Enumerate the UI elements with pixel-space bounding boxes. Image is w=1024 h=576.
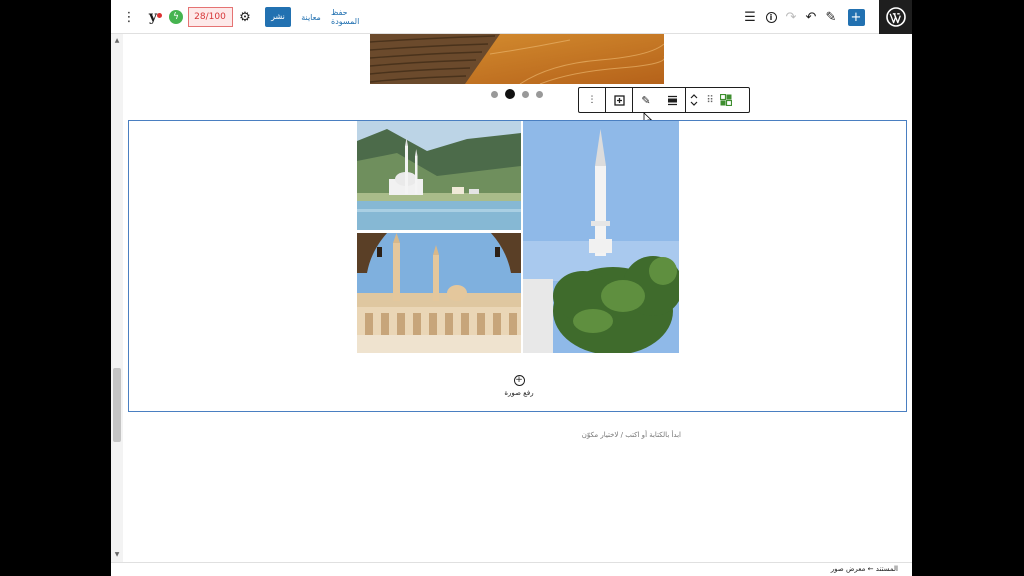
slider-pagination: [491, 88, 543, 100]
add-media-button[interactable]: [606, 88, 632, 112]
wordpress-logo: [885, 7, 906, 27]
gallery-block-switcher[interactable]: [718, 88, 734, 112]
slider-dot[interactable]: [522, 90, 529, 98]
upload-image-button[interactable]: + رفع صورة: [499, 375, 539, 397]
vertical-ellipsis-icon: ⋮: [122, 9, 136, 25]
block-breadcrumb-bar: المستند ← معرض صور: [111, 562, 912, 576]
details-button[interactable]: i: [762, 0, 780, 34]
seo-score-button[interactable]: 28/100: [187, 0, 233, 34]
upload-image-label: رفع صورة: [504, 389, 534, 397]
gallery-icon: [720, 94, 732, 106]
gear-icon: ⚙: [239, 9, 251, 25]
tools-button[interactable]: ✎: [822, 0, 840, 34]
block-toolbar-group-move: ⠿: [686, 88, 734, 112]
block-toolbar: ⋮ ✎ ⠿: [578, 87, 750, 113]
editor-header: ⋮ y ϟ 28/100 ⚙ نشر معاينة حفظ المسودة ☰ …: [111, 0, 912, 34]
block-toolbar-group-edit: ✎: [633, 88, 686, 112]
canvas-scrollbar[interactable]: ▲ ▼: [111, 34, 123, 562]
list-view-button[interactable]: ☰: [741, 0, 759, 34]
redo-button[interactable]: ↷: [782, 0, 800, 34]
block-inserter-button[interactable]: +: [847, 0, 865, 34]
pencil-icon: ✎: [825, 9, 837, 25]
block-toolbar-group-add: [606, 88, 633, 112]
drag-handle[interactable]: ⠿: [702, 88, 718, 112]
publish-button[interactable]: نشر: [265, 0, 291, 34]
plus-circle-icon: +: [513, 375, 525, 386]
performance-button[interactable]: ϟ: [168, 0, 184, 34]
align-wide-icon: [667, 95, 677, 105]
plus-icon: +: [847, 8, 865, 26]
slider-image: [370, 34, 664, 84]
slider-dot-active[interactable]: [505, 89, 515, 99]
add-image-icon: [613, 94, 625, 106]
align-button[interactable]: [659, 88, 685, 112]
options-button[interactable]: ⋮: [121, 0, 137, 34]
publish-label: نشر: [265, 7, 291, 27]
drag-dots-icon: ⠿: [706, 94, 714, 106]
block-options-button[interactable]: ⋮: [579, 88, 605, 112]
redo-icon: ↷: [785, 9, 797, 25]
gallery-image-minaret-trees[interactable]: [523, 121, 679, 353]
slider-dot[interactable]: [491, 90, 498, 98]
gallery-block[interactable]: + رفع صورة: [128, 120, 907, 412]
list-view-icon: ☰: [744, 9, 756, 25]
save-draft-button[interactable]: حفظ المسودة: [331, 0, 377, 34]
scrollbar-thumb[interactable]: [113, 368, 121, 442]
slider-dot[interactable]: [536, 90, 543, 98]
paragraph-placeholder[interactable]: ابدأ بالكتابة أو اكتب / لاختيار مكوّن: [551, 431, 681, 439]
scroll-down-arrow-icon[interactable]: ▼: [111, 550, 123, 560]
gallery-image-mosque-lake[interactable]: [357, 121, 521, 230]
settings-button[interactable]: ⚙: [237, 0, 253, 34]
block-editor: ⋮ y ϟ 28/100 ⚙ نشر معاينة حفظ المسودة ☰ …: [111, 0, 912, 576]
move-up-down-button[interactable]: [686, 88, 702, 112]
scroll-up-arrow-icon[interactable]: ▲: [111, 36, 123, 46]
undo-icon: ↶: [805, 9, 817, 25]
seo-score-badge: 28/100: [187, 7, 233, 27]
chevron-up-down-icon: [690, 94, 698, 106]
undo-button[interactable]: ↶: [802, 0, 820, 34]
pencil-icon: ✎: [641, 93, 651, 107]
preview-button[interactable]: معاينة: [299, 0, 323, 34]
yoast-icon: y: [148, 9, 158, 25]
bolt-icon: ϟ: [169, 10, 183, 24]
block-toolbar-group-options: ⋮: [579, 88, 606, 112]
yoast-seo-button[interactable]: y: [143, 0, 163, 34]
vertical-ellipsis-icon: ⋮: [587, 95, 597, 105]
edit-button[interactable]: ✎: [633, 88, 659, 112]
info-icon: i: [765, 11, 777, 23]
wordpress-logo-button[interactable]: [879, 0, 912, 34]
screen: ⋮ y ϟ 28/100 ⚙ نشر معاينة حفظ المسودة ☰ …: [0, 0, 1024, 576]
block-breadcrumb[interactable]: المستند ← معرض صور: [831, 565, 898, 573]
gallery-image-mosque-courtyard[interactable]: [357, 233, 521, 353]
